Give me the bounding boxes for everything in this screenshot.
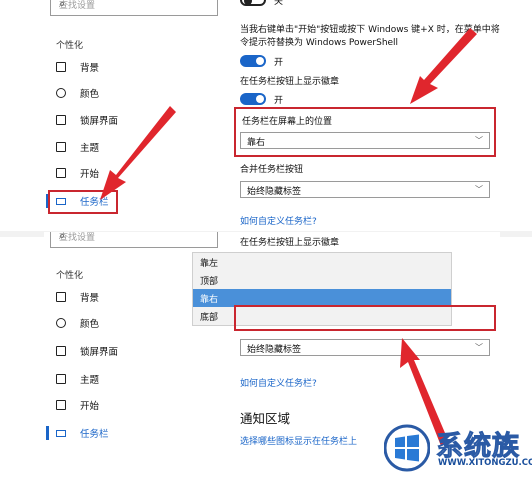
sidebar-item-label: 颜色 [80, 89, 100, 100]
badges-setting-title: 在任务栏按钮上显示徽章 [240, 238, 340, 248]
theme-icon [56, 374, 66, 384]
toggle-state-label: 开 [274, 58, 284, 68]
toggle-state-label: 开 [274, 96, 284, 106]
palette-icon [56, 88, 66, 98]
sidebar-item-taskbar[interactable]: 任务栏 [56, 424, 206, 442]
sidebar-item-label: 锁屏界面 [80, 347, 119, 358]
sidebar-section-title: 个性化 [56, 41, 84, 51]
highlight-box-taskbar-nav [48, 190, 118, 214]
highlight-box-position-setting [234, 107, 496, 157]
select-value: 始终隐藏标签 [247, 345, 302, 355]
badges-setting-title: 在任务栏按钮上显示徽章 [240, 77, 340, 87]
sidebar-item-themes[interactable]: 主题 [56, 138, 206, 156]
watermark-domain: WWW.XITONGZU.COM [438, 458, 532, 468]
search-icon: ⌕ [59, 0, 66, 10]
combine-buttons-title: 合并任务栏按钮 [240, 165, 304, 175]
picture-icon [56, 62, 66, 72]
powershell-description-line2: 令提示符替换为 Windows PowerShell [240, 38, 399, 48]
sidebar-item-label: 背景 [80, 63, 100, 74]
sidebar-item-start[interactable]: 开始 [56, 164, 206, 182]
select-value: 始终隐藏标签 [247, 187, 302, 197]
highlight-box-bottom-option [234, 305, 496, 331]
chevron-down-icon: ﹀ [475, 185, 483, 194]
combine-buttons-select[interactable]: 始终隐藏标签 ﹀ [240, 181, 490, 198]
dropdown-option-top[interactable]: 顶部 [193, 271, 451, 289]
select-taskbar-icons-link[interactable]: 选择哪些图标显示在任务栏上 [240, 434, 357, 447]
start-icon [56, 400, 66, 410]
notification-area-heading: 通知区域 [240, 411, 291, 426]
chevron-down-icon: ﹀ [475, 343, 483, 352]
palette-icon [56, 318, 66, 328]
sidebar-item-label: 背景 [80, 293, 100, 304]
sidebar-item-colors[interactable]: 颜色 [56, 314, 206, 332]
search-icon: ⌕ [59, 232, 66, 242]
powershell-description-line1: 当我右键单击"开始"按钮或按下 Windows 键+X 时，在菜单中将命 [240, 25, 500, 35]
powershell-toggle[interactable] [240, 55, 266, 67]
sidebar-bottom: 查找设置 ⌕ 个性化 背景 颜色 锁屏界面 主题 开始 任务栏 [44, 232, 218, 460]
sidebar-item-colors[interactable]: 颜色 [56, 84, 206, 102]
lock-screen-icon [56, 115, 66, 125]
taskbar-icon [56, 429, 66, 437]
start-icon [56, 168, 66, 178]
sidebar-item-label: 锁屏界面 [80, 116, 119, 127]
site-watermark: 系统族 WWW.XITONGZU.COM [382, 422, 532, 477]
theme-icon [56, 142, 66, 152]
active-indicator [46, 426, 49, 440]
badges-toggle[interactable] [240, 93, 266, 105]
windows-logo-icon [384, 424, 430, 472]
sidebar-item-label: 主题 [80, 375, 100, 386]
sidebar-item-themes[interactable]: 主题 [56, 370, 206, 388]
sidebar-item-start[interactable]: 开始 [56, 396, 206, 414]
sidebar-item-label: 开始 [80, 401, 100, 412]
picture-icon [56, 292, 66, 302]
sidebar-item-label: 主题 [80, 143, 100, 154]
sidebar-section-title: 个性化 [56, 271, 84, 281]
sidebar-item-lock-screen[interactable]: 锁屏界面 [56, 342, 206, 360]
sidebar-item-background[interactable]: 背景 [56, 288, 206, 306]
toggle-state-label: 关 [274, 0, 284, 7]
sidebar-item-label: 颜色 [80, 319, 100, 330]
sidebar-item-lock-screen[interactable]: 锁屏界面 [56, 111, 206, 129]
toggle-switch-off[interactable] [240, 0, 266, 6]
sidebar-item-label: 开始 [80, 169, 100, 180]
customize-taskbar-link[interactable]: 如何自定义任务栏? [240, 376, 317, 389]
sidebar-item-background[interactable]: 背景 [56, 58, 206, 76]
lock-screen-icon [56, 346, 66, 356]
sidebar-item-label: 任务栏 [80, 429, 109, 440]
search-input-top[interactable]: 查找设置 ⌕ [50, 0, 218, 16]
customize-taskbar-link[interactable]: 如何自定义任务栏? [240, 214, 317, 227]
search-input-bottom[interactable]: 查找设置 ⌕ [50, 232, 218, 248]
combine-buttons-select[interactable]: 始终隐藏标签 ﹀ [240, 339, 490, 356]
dropdown-option-left[interactable]: 靠左 [193, 253, 451, 271]
